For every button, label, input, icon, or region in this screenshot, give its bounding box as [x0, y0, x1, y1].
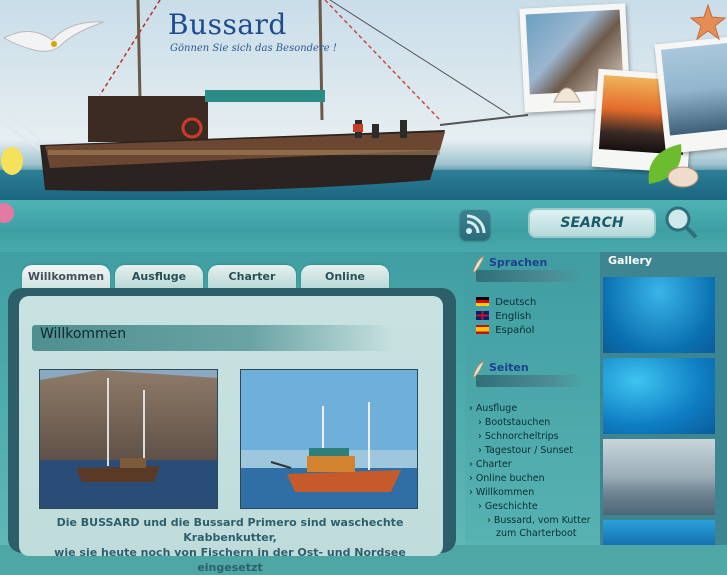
flag-gb-icon: [476, 311, 489, 320]
flag-de-icon: [476, 297, 489, 306]
gallery-title: Gallery: [608, 254, 653, 267]
language-label: Deutsch: [495, 297, 537, 308]
intro-line-1: Die BUSSARD und die Bussard Primero sind…: [56, 516, 404, 544]
magnifier-icon[interactable]: [664, 205, 698, 239]
gallery-thumb-1[interactable]: [603, 277, 715, 353]
nav-tagestour-sunset[interactable]: Tagestour / Sunset: [478, 445, 573, 456]
intro-text: Die BUSSARD und die Bussard Primero sind…: [25, 515, 435, 575]
nav-bootstauchen[interactable]: Bootstauchen: [478, 417, 551, 428]
header-photo-boat: [654, 36, 727, 154]
search-button[interactable]: SEARCH: [528, 208, 656, 238]
rss-feed-button[interactable]: [460, 210, 490, 240]
gallery-thumb-3[interactable]: [603, 439, 715, 515]
nav-willkommen[interactable]: Willkommen: [469, 487, 534, 498]
photo-bussard-harbor[interactable]: [39, 369, 218, 509]
tab-willkommen[interactable]: Willkommen: [22, 265, 110, 289]
photo-bussard-sea[interactable]: [240, 369, 418, 509]
language-label: English: [495, 311, 532, 322]
flower-icon: [1, 147, 23, 175]
nav-online-buchen[interactable]: Online buchen: [469, 473, 545, 484]
hibiscus-icon: [0, 203, 14, 223]
gallery-thumb-4[interactable]: [603, 520, 715, 545]
nav-zum-charterboot[interactable]: zum Charterboot: [496, 528, 577, 539]
site-title[interactable]: Bussard: [168, 8, 287, 41]
site-tagline: Gönnen Sie sich das Besondere !: [170, 43, 337, 54]
flag-es-icon: [476, 325, 489, 334]
gallery-thumb-2[interactable]: [603, 358, 715, 434]
nav-schnorcheltrips[interactable]: Schnorcheltrips: [478, 431, 559, 442]
site-header: Bussard Gönnen Sie sich das Besondere !: [0, 0, 727, 200]
nav-geschichte[interactable]: Geschichte: [478, 501, 538, 512]
pages-title-bar: [476, 375, 584, 387]
shell-icon: [553, 87, 581, 103]
page-title: Willkommen: [40, 326, 127, 342]
tab-charter[interactable]: Charter: [208, 265, 296, 289]
pages-title: Seiten: [489, 361, 529, 374]
nav-charter[interactable]: Charter: [469, 459, 512, 470]
nav-ausfluge[interactable]: Ausfluge: [469, 403, 517, 414]
intro-line-2: wie sie heute noch von Fischern in der O…: [54, 546, 406, 574]
language-deutsch[interactable]: Deutsch: [476, 297, 536, 308]
tab-ausfluge[interactable]: Ausfluge: [115, 265, 203, 289]
language-espanol[interactable]: Español: [476, 325, 534, 336]
nav-bussard-vom-kutter[interactable]: Bussard, vom Kutter: [487, 515, 591, 526]
starfish-icon: [690, 4, 726, 40]
languages-title-bar: [476, 270, 584, 282]
rss-icon: [466, 214, 486, 234]
language-english[interactable]: English: [476, 311, 531, 322]
tab-online-buchen[interactable]: Online buchen: [301, 265, 389, 307]
language-label: Español: [495, 325, 535, 336]
languages-title: Sprachen: [489, 256, 548, 269]
seashell-icon: [667, 166, 699, 188]
